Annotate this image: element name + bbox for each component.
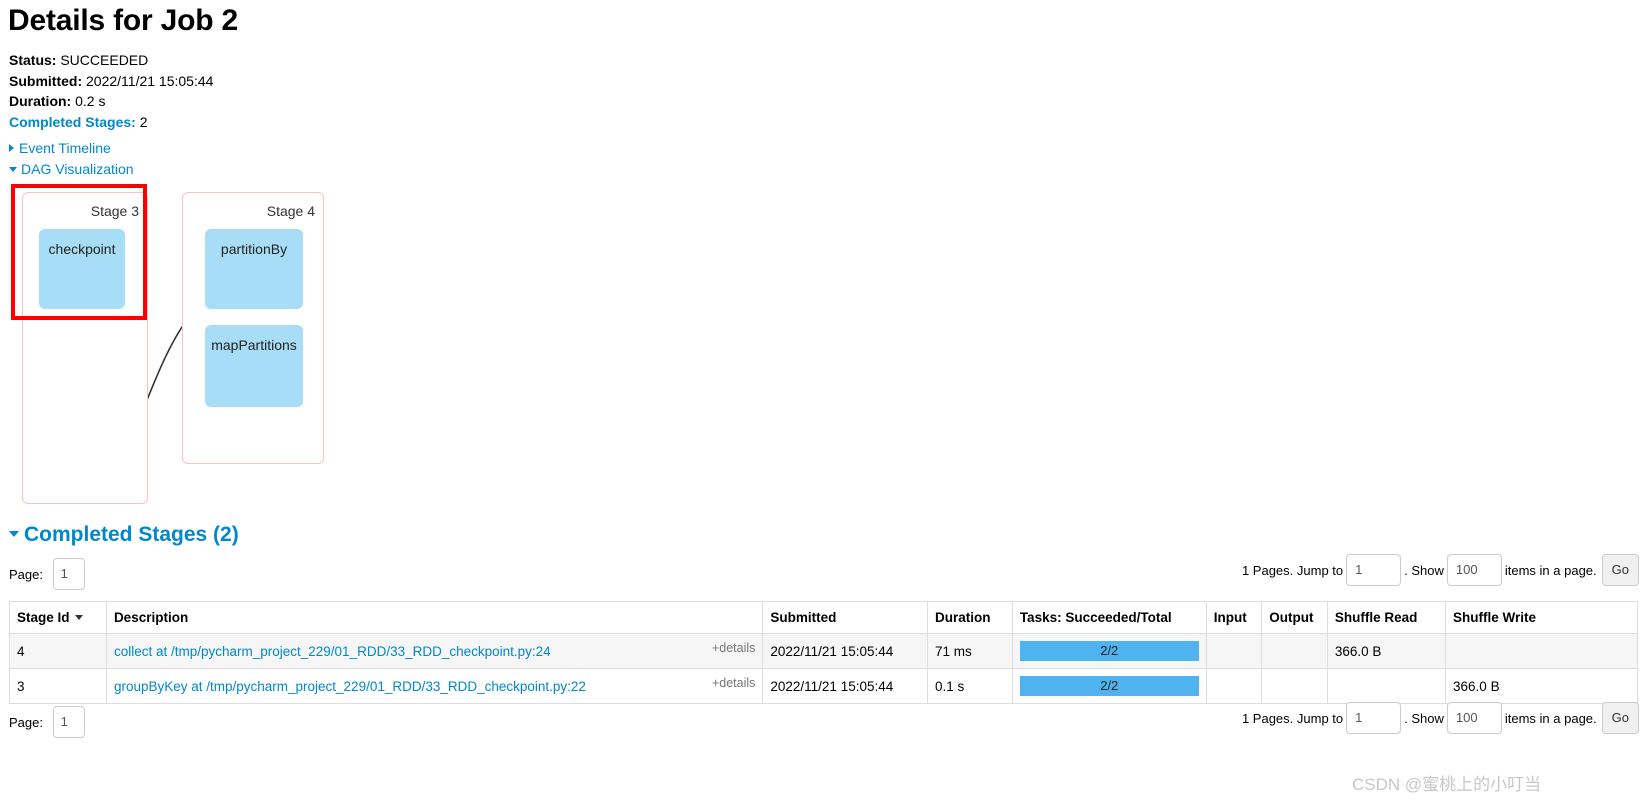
table-row: 3 groupByKey at /tmp/pycharm_project_229… xyxy=(9,668,1638,704)
cell-description: groupByKey at /tmp/pycharm_project_229/0… xyxy=(105,668,764,704)
stage-description-link[interactable]: groupByKey at /tmp/pycharm_project_229/0… xyxy=(114,679,586,694)
dag-visualization-toggle[interactable]: DAG Visualization xyxy=(9,161,134,177)
duration-row: Duration: 0.2 s xyxy=(9,91,213,112)
tasks-progress-text: 2/2 xyxy=(1100,643,1119,658)
cell-stage-id: 4 xyxy=(9,633,107,669)
page-input-top[interactable]: 1 xyxy=(52,558,85,590)
pagination-bottom: 1 Pages. Jump to 1. Show 100 items in a pag… xyxy=(1242,702,1639,734)
cell-output xyxy=(1261,633,1328,669)
pages-text-bottom: 1 Pages. Jump to xyxy=(1241,710,1344,726)
table-body: 4 collect at /tmp/pycharm_project_229/01… xyxy=(9,633,1638,704)
page-label-bottom: Page: xyxy=(9,714,43,730)
completed-stages-label[interactable]: Completed Stages: xyxy=(9,114,136,130)
submitted-row: Submitted: 2022/11/21 15:05:44 xyxy=(9,71,213,92)
completed-stages-row: Completed Stages: 2 xyxy=(9,112,213,133)
chevron-right-icon xyxy=(9,144,14,152)
chevron-down-icon xyxy=(9,531,19,537)
dag-stage-box-4[interactable]: Stage 4 partitionBy mapPartitions xyxy=(182,192,324,464)
dag-node-partitionby-label: partitionBy xyxy=(220,241,288,257)
show-items-input-top[interactable]: 100 xyxy=(1446,554,1502,586)
dag-node-partitionby[interactable]: partitionBy xyxy=(205,229,303,309)
column-header-input[interactable]: Input xyxy=(1205,601,1263,634)
status-label: Status: xyxy=(9,52,57,68)
go-button-bottom[interactable]: Go xyxy=(1601,702,1639,734)
dag-stage-label-4: Stage 4 xyxy=(266,203,315,219)
status-row: Status: SUCCEEDED xyxy=(9,50,213,71)
submitted-label: Submitted: xyxy=(9,72,83,89)
cell-submitted: 2022/11/21 15:05:44 xyxy=(762,668,928,704)
cell-stage-id: 3 xyxy=(9,668,107,704)
annotation-highlight-box xyxy=(11,184,147,320)
details-toggle[interactable]: +details xyxy=(712,676,755,690)
cell-shuffle-read: 366.0 B xyxy=(1326,633,1447,669)
job-metadata: Status: SUCCEEDED Submitted: 2022/11/21 … xyxy=(9,50,213,132)
cell-output xyxy=(1261,668,1328,704)
sort-desc-icon xyxy=(74,615,83,620)
column-header-duration[interactable]: Duration xyxy=(926,601,1013,634)
completed-stages-table: Stage Id Description Submitted Duration … xyxy=(9,601,1638,704)
items-text-bottom: items in a page. xyxy=(1504,710,1597,726)
csdn-watermark: CSDN @蜜桃上的小叮当 xyxy=(1352,775,1542,794)
jump-to-input-bottom[interactable]: 1 xyxy=(1346,702,1402,734)
event-timeline-label: Event Timeline xyxy=(19,140,111,156)
table-row: 4 collect at /tmp/pycharm_project_229/01… xyxy=(9,633,1638,669)
show-items-input-bottom[interactable]: 100 xyxy=(1446,702,1502,734)
show-text-top: . Show xyxy=(1404,562,1444,578)
pagination-top: 1 Pages. Jump to 1. Show 100 items in a pag… xyxy=(1242,554,1639,586)
chevron-down-icon xyxy=(9,167,17,172)
cell-duration: 0.1 s xyxy=(926,668,1013,704)
column-header-output[interactable]: Output xyxy=(1261,601,1328,634)
go-button-top[interactable]: Go xyxy=(1601,554,1639,586)
column-header-shuffle-read[interactable]: Shuffle Read xyxy=(1326,601,1447,634)
column-header-stage-id[interactable]: Stage Id xyxy=(9,601,107,634)
dag-node-mappartitions[interactable]: mapPartitions xyxy=(205,325,303,407)
dag-visualization-panel: Stage 3 checkpoint Stage 4 partitionBy m… xyxy=(0,184,480,514)
cell-duration: 71 ms xyxy=(926,633,1013,669)
dag-visualization-label: DAG Visualization xyxy=(21,161,134,177)
column-header-description[interactable]: Description xyxy=(105,601,764,634)
tasks-progress-text: 2/2 xyxy=(1100,678,1119,693)
duration-label: Duration: xyxy=(9,93,72,109)
completed-stages-value: 2 xyxy=(139,113,148,130)
page-row-top: Page: 1 xyxy=(9,558,85,590)
cell-input xyxy=(1205,633,1263,669)
cell-tasks: 2/2 xyxy=(1011,668,1207,704)
pages-text-top: 1 Pages. Jump to xyxy=(1241,562,1344,578)
status-value: SUCCEEDED xyxy=(60,52,149,68)
completed-stages-toggle[interactable]: Completed Stages (2) xyxy=(9,523,239,547)
page-label-top: Page: xyxy=(9,566,43,582)
page-row-bottom: Page: 1 xyxy=(9,706,85,738)
completed-stages-header-label: Completed Stages (2) xyxy=(24,523,239,546)
dag-node-mappartitions-label: mapPartitions xyxy=(211,337,297,353)
jump-to-input-top[interactable]: 1 xyxy=(1346,554,1402,586)
column-header-stage-id-label: Stage Id xyxy=(17,610,70,625)
event-timeline-toggle[interactable]: Event Timeline xyxy=(9,140,111,156)
column-header-tasks[interactable]: Tasks: Succeeded/Total xyxy=(1011,601,1207,634)
table-head: Stage Id Description Submitted Duration … xyxy=(9,601,1638,634)
stage-description-link[interactable]: collect at /tmp/pycharm_project_229/01_R… xyxy=(114,644,551,659)
items-text-top: items in a page. xyxy=(1504,562,1597,578)
page-title: Details for Job 2 xyxy=(8,4,238,37)
cell-tasks: 2/2 xyxy=(1011,633,1207,669)
cell-shuffle-write xyxy=(1445,633,1638,669)
column-header-submitted[interactable]: Submitted xyxy=(762,601,928,634)
column-header-shuffle-write[interactable]: Shuffle Write xyxy=(1445,601,1638,634)
table-header-row: Stage Id Description Submitted Duration … xyxy=(9,601,1638,634)
cell-submitted: 2022/11/21 15:05:44 xyxy=(762,633,928,669)
spark-job-details-page: Details for Job 2 Status: SUCCEEDED Subm… xyxy=(0,0,1641,807)
details-toggle[interactable]: +details xyxy=(712,641,755,655)
tasks-progress-bar: 2/2 xyxy=(1019,641,1199,661)
tasks-progress-bar: 2/2 xyxy=(1019,676,1199,696)
cell-description: collect at /tmp/pycharm_project_229/01_R… xyxy=(105,633,764,669)
cell-shuffle-read xyxy=(1326,668,1447,704)
cell-shuffle-write: 366.0 B xyxy=(1445,668,1638,704)
cell-input xyxy=(1205,668,1263,704)
page-input-bottom[interactable]: 1 xyxy=(52,706,85,738)
show-text-bottom: . Show xyxy=(1404,710,1444,726)
submitted-value: 2022/11/21 15:05:44 xyxy=(86,72,214,89)
duration-value: 0.2 s xyxy=(75,93,106,109)
